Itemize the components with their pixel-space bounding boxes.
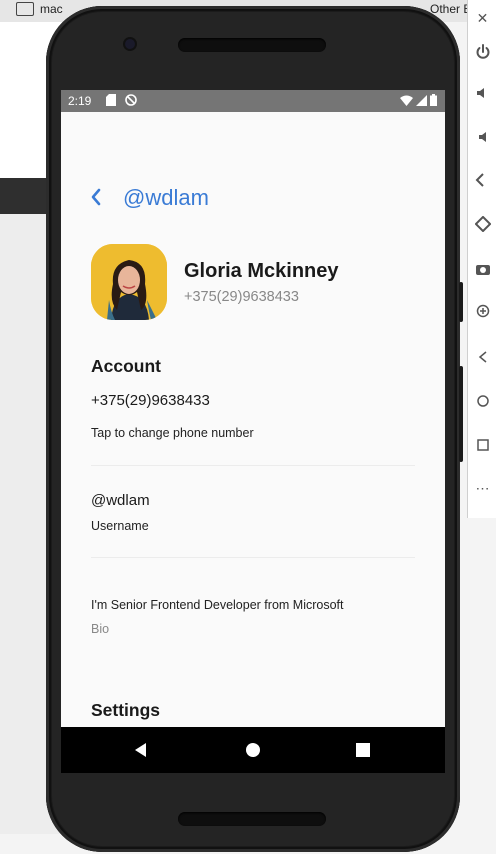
divider	[91, 557, 415, 558]
folder-icon	[16, 2, 34, 16]
blocked-icon	[125, 94, 137, 106]
profile-name: Gloria Mckinney	[184, 260, 339, 282]
bottom-speaker	[178, 812, 326, 826]
bio-value[interactable]: I'm Senior Frontend Developer from Micro…	[91, 598, 343, 612]
profile-phone: +375(29)9638433	[184, 289, 299, 305]
more-icon[interactable]: ⋯	[468, 480, 496, 497]
home-icon[interactable]	[468, 394, 496, 411]
front-camera	[125, 39, 135, 49]
overview-icon[interactable]	[468, 438, 496, 455]
settings-section-title: Settings	[91, 700, 161, 720]
rotate-left-icon[interactable]	[468, 172, 496, 191]
side-volume-button	[459, 366, 463, 462]
avatar[interactable]	[91, 244, 167, 320]
volume-down-icon[interactable]	[468, 130, 496, 147]
nav-overview-button[interactable]	[353, 740, 373, 760]
signal-icon	[415, 95, 427, 106]
side-power-button	[459, 282, 463, 322]
phone-number-value[interactable]: +375(29)9638433	[91, 392, 210, 409]
back-button[interactable]	[85, 184, 107, 210]
page-title: @wdlam	[123, 185, 209, 210]
username-label: Username	[91, 519, 149, 533]
back-icon[interactable]	[468, 350, 496, 367]
sd-card-icon	[106, 94, 116, 106]
status-bar: 2:19	[61, 90, 445, 112]
status-time: 2:19	[68, 94, 92, 108]
home-circle-icon	[246, 743, 260, 757]
bookmark-folder-mac[interactable]: mac	[40, 2, 63, 16]
nav-back-button[interactable]	[131, 740, 151, 760]
rotate-right-icon[interactable]	[468, 215, 496, 235]
chevron-left-icon	[91, 188, 101, 206]
profile-header: @wdlam	[61, 180, 445, 216]
wifi-icon	[399, 95, 413, 106]
nav-home-button[interactable]	[243, 740, 263, 760]
account-section-title: Account	[91, 356, 161, 376]
bio-label: Bio	[91, 622, 110, 636]
close-icon[interactable]: ✕	[468, 10, 496, 27]
username-value[interactable]: @wdlam	[91, 492, 150, 509]
phone-number-hint: Tap to change phone number	[91, 426, 254, 440]
power-icon[interactable]	[468, 44, 496, 63]
zoom-icon[interactable]	[468, 304, 496, 321]
navigation-bar	[61, 727, 445, 773]
status-system-icons	[399, 94, 437, 109]
bookmark-folder-other[interactable]: Other B	[430, 2, 471, 16]
battery-icon	[430, 94, 437, 106]
overview-square-icon	[356, 743, 370, 757]
status-notification-icons	[106, 94, 137, 109]
phone-screen: 2:19 @wdlam Gloria Mckinney +375(29)9638…	[61, 90, 445, 773]
divider	[91, 465, 415, 466]
back-triangle-icon	[135, 743, 146, 757]
volume-up-icon[interactable]	[468, 86, 496, 103]
emulator-toolbar: ✕ ⋯	[467, 0, 496, 518]
top-speaker	[178, 38, 326, 52]
camera-icon[interactable]	[468, 262, 496, 279]
